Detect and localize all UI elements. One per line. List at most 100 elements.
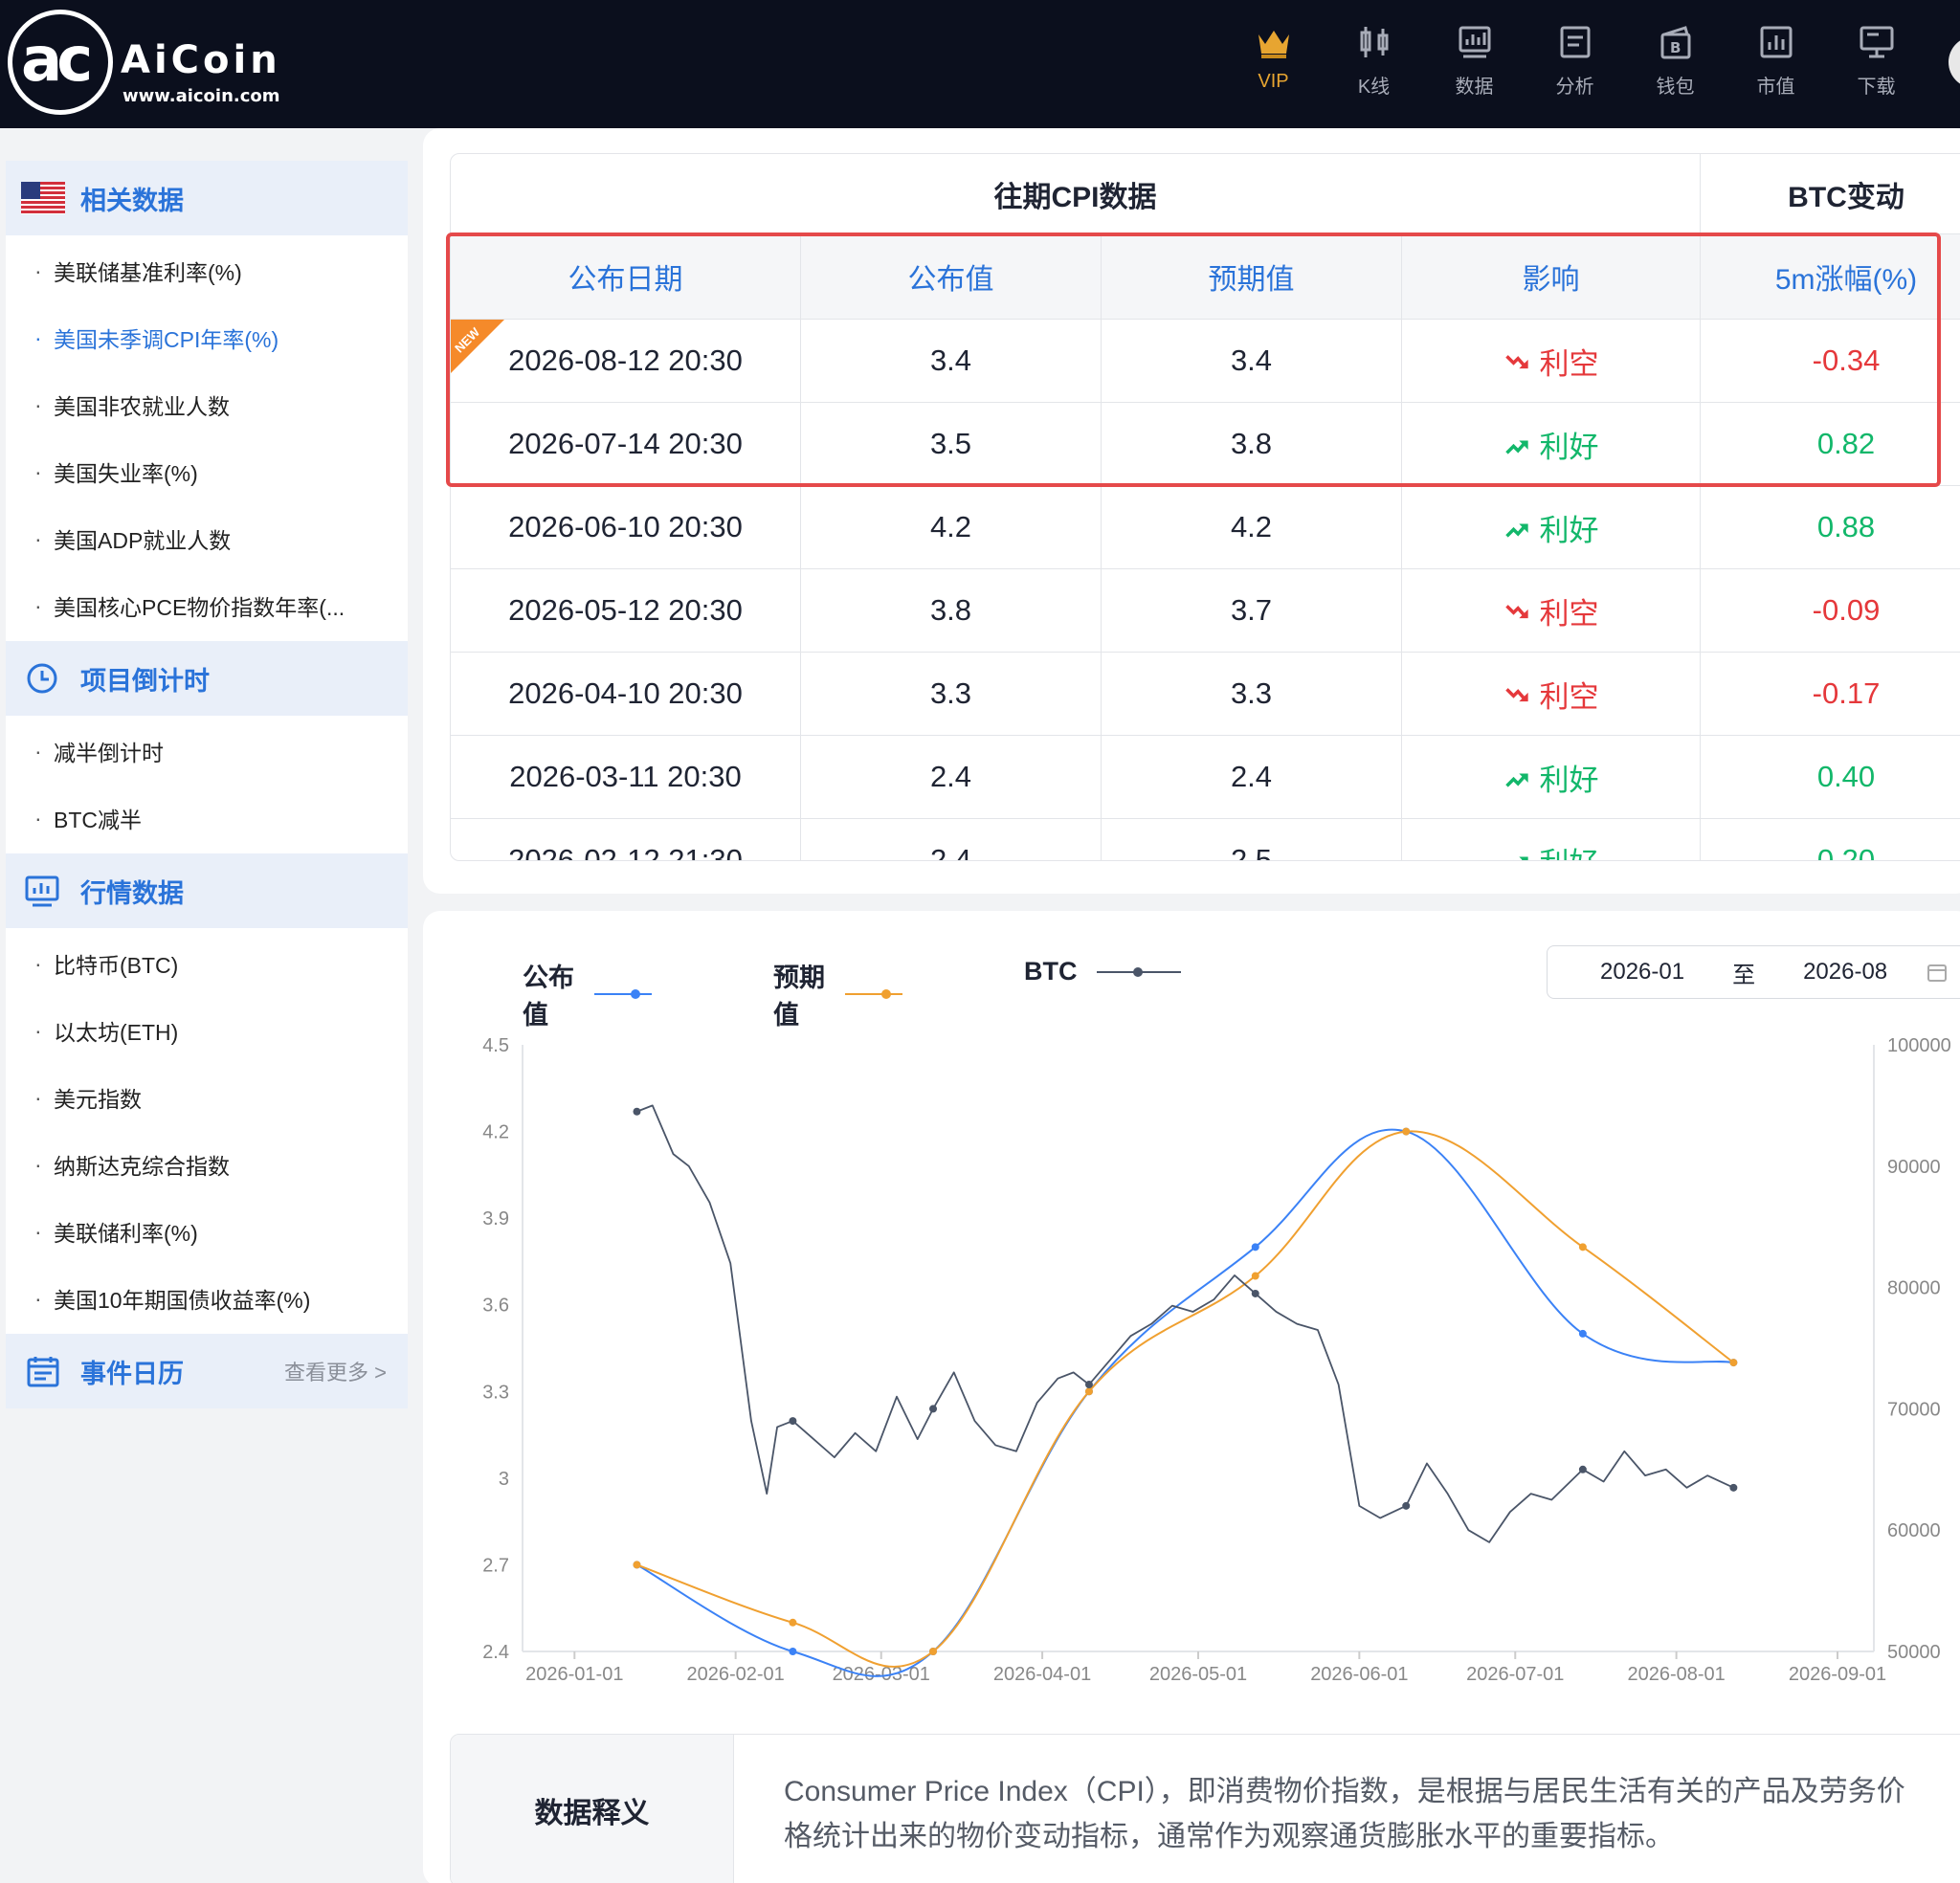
col-header-forecast[interactable]: 预期值: [1102, 234, 1402, 319]
clock-icon: [27, 663, 57, 694]
table-row[interactable]: 2026-05-12 20:30 3.8 3.7 利空 -0.09: [451, 568, 1960, 652]
data-point-forecast: [1729, 1359, 1738, 1367]
sidebar-item-10y-yield[interactable]: · 美国10年期国债收益率(%): [6, 1265, 408, 1332]
svg-text:B: B: [1670, 39, 1681, 56]
table-row[interactable]: 2026-04-10 20:30 3.3 3.3 利空 -0.17: [451, 652, 1960, 735]
data-point-btc: [1729, 1483, 1738, 1492]
section-related-data[interactable]: 相关数据: [6, 161, 408, 235]
y-right-tick-label: 70000: [1887, 1399, 1941, 1420]
trend-down-icon: [1504, 605, 1528, 619]
top-navbar: ac AiCoin www.aicoin.com VIP K线 数据 分析 B …: [0, 0, 1960, 128]
user-avatar[interactable]: [1949, 36, 1960, 88]
sidebar-item-eth[interactable]: · 以太坊(ETH): [6, 997, 408, 1064]
y-right-tick-label: 80000: [1887, 1278, 1941, 1299]
view-more-link[interactable]: 查看更多 >: [284, 1356, 387, 1386]
nav-data[interactable]: 数据: [1424, 19, 1525, 105]
cell-forecast: 4.2: [1102, 486, 1402, 568]
sidebar-item-label: 美国失业率(%): [54, 461, 198, 486]
series-line-actual: [635, 1128, 1734, 1677]
cell-forecast: 2.4: [1102, 736, 1402, 818]
cell-date: 2026-06-10 20:30: [451, 486, 801, 568]
nav-analysis[interactable]: 分析: [1525, 19, 1625, 105]
cell-date: 2026-07-14 20:30: [451, 403, 801, 485]
data-definition: 数据释义 Consumer Price Index（CPI），即消费物价指数，是…: [450, 1734, 1960, 1883]
col-header-actual[interactable]: 公布值: [801, 234, 1102, 319]
cell-change: -0.17: [1812, 676, 1881, 710]
cell-change: 0.88: [1816, 510, 1876, 543]
cell-impact: 利空: [1402, 320, 1701, 402]
sidebar-item-unemployment[interactable]: · 美国失业率(%): [6, 438, 408, 505]
nav-vip[interactable]: VIP: [1223, 19, 1324, 105]
sidebar-item-halving-countdown[interactable]: · 减半倒计时: [6, 718, 408, 785]
nav-download-label: 下载: [1857, 77, 1896, 98]
x-tick-label: 2026-03-01: [833, 1664, 930, 1685]
nav-analysis-label: 分析: [1555, 77, 1594, 98]
us-flag-icon: [21, 182, 65, 214]
cpi-history-card: 往期CPI数据 BTC变动 公布日期 公布值 预期值 影响 5m涨幅(%) 20…: [423, 128, 1960, 894]
table-row[interactable]: 2026-07-14 20:30 3.5 3.8 利好 0.82: [451, 402, 1960, 485]
col-header-date[interactable]: 公布日期: [451, 234, 801, 319]
x-tick-label: 2026-01-01: [525, 1664, 623, 1685]
series-line-btc: [636, 1104, 1734, 1543]
table-row[interactable]: 2026-03-11 20:30 2.4 2.4 利好 0.40: [451, 735, 1960, 818]
nav-wallet-label: 钱包: [1656, 77, 1695, 98]
sidebar-item-label: 减半倒计时: [54, 741, 164, 765]
cell-date: 2026-05-12 20:30: [451, 569, 801, 652]
nav-data-label: 数据: [1455, 77, 1494, 98]
nav-kline[interactable]: K线: [1324, 19, 1424, 105]
nav-wallet[interactable]: B 钱包: [1625, 19, 1726, 105]
nav-marketcap[interactable]: 市值: [1726, 19, 1826, 105]
x-tick-label: 2026-02-01: [687, 1664, 785, 1685]
cell-change: -0.34: [1812, 343, 1881, 377]
sidebar-item-label: 美元指数: [54, 1087, 142, 1112]
data-point-btc: [1251, 1289, 1259, 1297]
cell-forecast: 3.8: [1102, 403, 1402, 485]
nav-download[interactable]: 下载: [1826, 19, 1927, 105]
market-data-list: · 比特币(BTC) · 以太坊(ETH) · 美元指数 · 纳斯达克综合指数 · 美联储…: [6, 928, 408, 1334]
y-right-tick-label: 90000: [1887, 1157, 1941, 1178]
y-right-tick-label: 100000: [1887, 1035, 1951, 1056]
x-tick-label: 2026-04-01: [993, 1664, 1091, 1685]
logo-url: www.aicoin.com: [122, 86, 280, 106]
sidebar-item-nasdaq[interactable]: · 纳斯达克综合指数: [6, 1131, 408, 1198]
aicoin-logo[interactable]: ac AiCoin www.aicoin.com: [8, 10, 295, 119]
cell-actual: 3.3: [801, 653, 1102, 735]
data-point-btc: [789, 1417, 797, 1426]
countdown-list: · 减半倒计时 · BTC减半: [6, 716, 408, 853]
section-market-data[interactable]: 行情数据: [6, 853, 408, 928]
sidebar-item-fed-funds[interactable]: · 美联储利率(%): [6, 1198, 408, 1265]
sidebar-item-btc-halving[interactable]: · BTC减半: [6, 785, 408, 852]
sidebar-item-label: 美国未季调CPI年率(%): [54, 327, 279, 352]
y-left-tick-label: 3: [499, 1469, 509, 1490]
sidebar-item-core-pce[interactable]: · 美国核心PCE物价指数年率(...: [6, 572, 408, 639]
table-row[interactable]: 2026-02-12 21:302.42.5 利好 0.20: [451, 818, 1960, 860]
trend-down-icon: [1504, 355, 1528, 369]
table-row[interactable]: 2026-08-12 20:30 3.4 3.4 利空 -0.34 NEW: [451, 319, 1960, 402]
impact-label: 利空: [1539, 346, 1599, 381]
section-event-calendar[interactable]: 事件日历 查看更多 >: [6, 1334, 408, 1408]
section-countdown[interactable]: 项目倒计时: [6, 641, 408, 716]
sidebar-item-fed-rate[interactable]: · 美联储基准利率(%): [6, 237, 408, 304]
trend-up-icon: [1504, 773, 1528, 787]
y-left-tick-label: 3.3: [482, 1382, 509, 1403]
sidebar-item-dxy[interactable]: · 美元指数: [6, 1064, 408, 1131]
data-point-btc: [633, 1107, 641, 1116]
sidebar-item-label: 美国非农就业人数: [54, 394, 230, 419]
sidebar-item-adp[interactable]: · 美国ADP就业人数: [6, 505, 408, 572]
col-header-impact[interactable]: 影响: [1402, 234, 1701, 319]
cpi-btc-line-chart: 4.5 4.2 3.9 3.6 3.3 3 2.7 2.4 100000 90000 80000 70…: [482, 1035, 1951, 1685]
y-left-tick-label: 4.2: [482, 1122, 509, 1143]
y-left-tick-label: 2.4: [482, 1642, 509, 1663]
sidebar-item-cpi[interactable]: · 美国未季调CPI年率(%): [6, 304, 408, 371]
sidebar-item-label: 纳斯达克综合指数: [54, 1154, 230, 1179]
related-data-list: · 美联储基准利率(%) · 美国未季调CPI年率(%) · 美国非农就业人数 · 美国…: [6, 235, 408, 641]
group-header-btc: BTC变动: [1788, 181, 1904, 213]
table-row[interactable]: 2026-06-10 20:30 4.2 4.2 利好 0.88: [451, 485, 1960, 568]
cell-actual: 3.4: [801, 320, 1102, 402]
sidebar-item-nonfarm[interactable]: · 美国非农就业人数: [6, 371, 408, 438]
table-group-header: 往期CPI数据 BTC变动: [451, 154, 1960, 234]
sidebar-item-btc[interactable]: · 比特币(BTC): [6, 930, 408, 997]
series-line-forecast: [636, 1130, 1734, 1668]
x-tick-label: 2026-07-01: [1466, 1664, 1564, 1685]
col-header-change[interactable]: 5m涨幅(%): [1701, 234, 1960, 319]
